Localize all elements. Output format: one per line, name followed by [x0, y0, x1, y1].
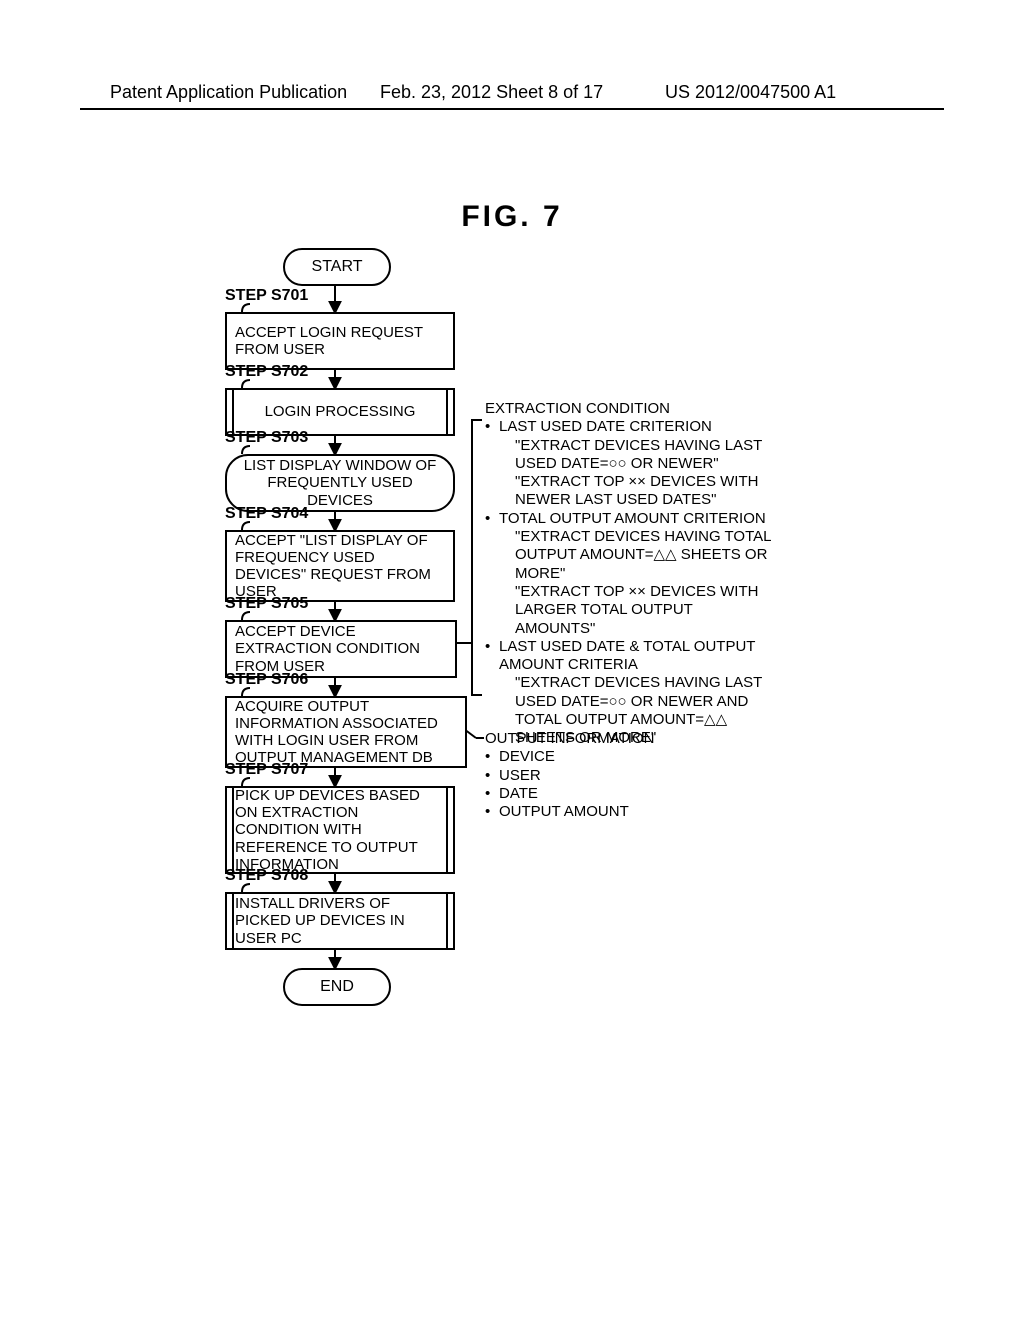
- annot1-g2b: "EXTRACT TOP ×× DEVICES WITH LARGER TOTA…: [485, 583, 775, 638]
- flow-end: END: [283, 968, 391, 1006]
- step-label-s705: STEP S705: [225, 595, 308, 613]
- annot2-i4: OUTPUT AMOUNT: [485, 803, 735, 821]
- step-label-s701: STEP S701: [225, 287, 308, 305]
- step-label-s704: STEP S704: [225, 505, 308, 523]
- header-right: US 2012/0047500 A1: [665, 82, 836, 103]
- annot1-g3h: LAST USED DATE & TOTAL OUTPUT AMOUNT CRI…: [485, 638, 775, 675]
- header-left: Patent Application Publication: [110, 82, 347, 103]
- annot1-g2a: "EXTRACT DEVICES HAVING TOTAL OUTPUT AMO…: [485, 528, 775, 583]
- step-box-s701: ACCEPT LOGIN REQUEST FROM USER: [225, 312, 455, 370]
- step-label-s707: STEP S707: [225, 761, 308, 779]
- step-label-s702: STEP S702: [225, 363, 308, 381]
- step-box-s704: ACCEPT "LIST DISPLAY OF FREQUENCY USED D…: [225, 530, 455, 602]
- figure-title: FIG. 7: [0, 200, 1024, 234]
- step-box-s708: INSTALL DRIVERS OF PICKED UP DEVICES IN …: [225, 892, 455, 950]
- step-text-s702: LOGIN PROCESSING: [235, 403, 445, 420]
- step-text-s706: ACQUIRE OUTPUT INFORMATION ASSOCIATED WI…: [235, 698, 457, 767]
- step-label-s706: STEP S706: [225, 671, 308, 689]
- annot1-g2h: TOTAL OUTPUT AMOUNT CRITERION: [485, 510, 775, 528]
- step-text-s708: INSTALL DRIVERS OF PICKED UP DEVICES IN …: [235, 895, 445, 947]
- step-label-s708: STEP S708: [225, 867, 308, 885]
- step-box-s703: LIST DISPLAY WINDOW OF FREQUENTLY USED D…: [225, 454, 455, 512]
- step-box-s706: ACQUIRE OUTPUT INFORMATION ASSOCIATED WI…: [225, 696, 467, 768]
- header-mid: Feb. 23, 2012 Sheet 8 of 17: [380, 82, 603, 103]
- step-text-s701: ACCEPT LOGIN REQUEST FROM USER: [235, 324, 445, 359]
- step-text-s703: LIST DISPLAY WINDOW OF FREQUENTLY USED D…: [235, 457, 445, 509]
- annot2-i3: DATE: [485, 785, 735, 803]
- annot1-title: EXTRACTION CONDITION: [485, 400, 775, 418]
- annot1-g1a: "EXTRACT DEVICES HAVING LAST USED DATE=○…: [485, 437, 775, 474]
- patent-page: Patent Application Publication Feb. 23, …: [0, 0, 1024, 1320]
- step-box-s707: PICK UP DEVICES BASED ON EXTRACTION COND…: [225, 786, 455, 874]
- annotation-output-information: OUTPUT INFORMATION DEVICE USER DATE OUTP…: [485, 730, 735, 821]
- annot2-i1: DEVICE: [485, 748, 735, 766]
- step-text-s707: PICK UP DEVICES BASED ON EXTRACTION COND…: [235, 787, 445, 873]
- step-box-s705: ACCEPT DEVICE EXTRACTION CONDITION FROM …: [225, 620, 457, 678]
- annot2-title: OUTPUT INFORMATION: [485, 730, 735, 748]
- annotation-extraction-condition: EXTRACTION CONDITION LAST USED DATE CRIT…: [485, 400, 775, 748]
- step-text-s705: ACCEPT DEVICE EXTRACTION CONDITION FROM …: [235, 623, 447, 675]
- annot1-g1b: "EXTRACT TOP ×× DEVICES WITH NEWER LAST …: [485, 473, 775, 510]
- annot1-g1h: LAST USED DATE CRITERION: [485, 418, 775, 436]
- annot2-i2: USER: [485, 767, 735, 785]
- flow-start: START: [283, 248, 391, 286]
- step-text-s704: ACCEPT "LIST DISPLAY OF FREQUENCY USED D…: [235, 532, 445, 601]
- step-label-s703: STEP S703: [225, 429, 308, 447]
- header-rule: [80, 108, 944, 110]
